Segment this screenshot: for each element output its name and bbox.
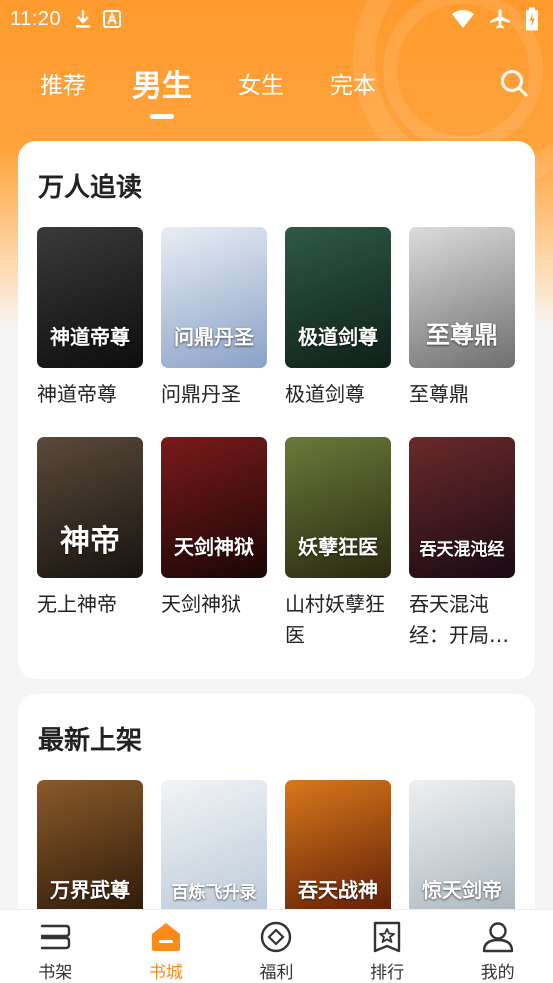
top-category-tabs: 推荐 男生 女生 完本: [0, 48, 553, 118]
book-cover: 吞天混沌经: [409, 437, 515, 578]
section-popular: 万人追读 神道帝尊 神道帝尊 问鼎丹圣 问鼎丹圣 极道剑尊 极道剑尊 至尊鼎 至尊鼎 神帝 无上神…: [18, 141, 535, 679]
cover-title-text: 神道帝尊: [50, 325, 130, 349]
cover-title-text: 惊天剑帝: [422, 878, 502, 902]
tab-completed[interactable]: 完本: [330, 66, 376, 100]
book-title: 无上神帝: [37, 592, 117, 616]
search-icon[interactable]: [499, 68, 529, 98]
book-item[interactable]: 问鼎丹圣 问鼎丹圣: [161, 227, 267, 410]
download-icon: [76, 10, 91, 28]
book-item[interactable]: 神道帝尊 神道帝尊: [37, 227, 143, 410]
bookstore-icon: [151, 923, 180, 951]
book-title: 问鼎丹圣: [161, 382, 241, 406]
profile-icon: [482, 922, 513, 953]
nav-label: 福利: [259, 963, 294, 983]
status-bar: 11:20: [0, 0, 553, 38]
tab-male[interactable]: 男生: [132, 61, 192, 105]
nav-ranking[interactable]: 排行: [332, 910, 443, 983]
airplane-icon: [490, 9, 510, 29]
book-item[interactable]: 神帝无上神帝: [37, 437, 143, 620]
book-item[interactable]: 极道剑尊 极道剑尊: [285, 227, 391, 410]
book-item[interactable]: 妖孽狂医山村妖孽狂医: [285, 437, 391, 651]
nav-label: 我的: [480, 963, 515, 983]
book-cover: 天剑神狱: [161, 437, 267, 578]
tab-female[interactable]: 女生: [238, 66, 284, 100]
book-title: 山村妖孽狂医: [285, 592, 385, 647]
book-title: 天剑神狱: [161, 592, 241, 616]
cover-title-text: 吞天混沌经: [419, 540, 505, 560]
wifi-icon: [452, 10, 474, 28]
cover-title-text: 问鼎丹圣: [174, 325, 254, 349]
book-cover: 吞天战神: [285, 780, 391, 921]
welfare-icon: [261, 921, 292, 953]
battery-icon: [526, 7, 538, 31]
book-item[interactable]: 至尊鼎 至尊鼎: [409, 227, 515, 410]
status-time: 11:20: [10, 7, 62, 30]
cover-title-text: 至尊鼎: [426, 320, 498, 349]
cover-title-text: 极道剑尊: [298, 325, 378, 349]
cover-title-text: 百炼飞升录: [171, 883, 257, 903]
cover-title-text: 神帝: [60, 524, 120, 559]
book-cover: 极道剑尊: [285, 227, 391, 368]
book-title: 至尊鼎: [409, 382, 469, 406]
book-cover: 惊天剑帝: [409, 780, 515, 921]
nav-profile[interactable]: 我的: [442, 910, 553, 983]
book-cover: 百炼飞升录: [161, 780, 267, 921]
nav-bookstore[interactable]: 书城: [111, 910, 222, 983]
ranking-icon: [373, 921, 401, 953]
nav-label: 书城: [148, 963, 183, 983]
book-title: 极道剑尊: [285, 382, 365, 406]
book-title: 神道帝尊: [37, 382, 117, 406]
cover-title-text: 妖孽狂医: [298, 535, 378, 559]
book-cover: 万界武尊: [37, 780, 143, 921]
cover-title-text: 万界武尊: [50, 878, 130, 902]
nav-bookshelf[interactable]: 书架: [0, 910, 111, 983]
nav-welfare[interactable]: 福利: [221, 910, 332, 983]
a-badge-icon: [103, 10, 122, 28]
book-cover: 妖孽狂医: [285, 437, 391, 578]
book-item[interactable]: 天剑神狱 天剑神狱: [161, 437, 267, 620]
book-item[interactable]: 吞天混沌经吞天混沌经：开局…: [409, 437, 515, 651]
nav-label: 书架: [38, 963, 73, 983]
nav-label: 排行: [370, 963, 405, 983]
book-cover: 神帝: [37, 437, 143, 578]
book-cover: 神道帝尊: [37, 227, 143, 368]
bottom-navigation: 书架 书城 福利 排行 我的: [0, 909, 553, 983]
cover-title-text: 吞天战神: [298, 878, 378, 902]
section-title: 最新上架: [38, 726, 143, 756]
section-title: 万人追读: [38, 173, 143, 203]
book-title: 吞天混沌经：开局…: [409, 592, 509, 647]
tab-recommend[interactable]: 推荐: [40, 66, 86, 100]
cover-title-text: 天剑神狱: [174, 535, 254, 559]
book-cover: 至尊鼎: [409, 227, 515, 368]
bookshelf-icon: [41, 924, 71, 950]
book-cover: 问鼎丹圣: [161, 227, 267, 368]
